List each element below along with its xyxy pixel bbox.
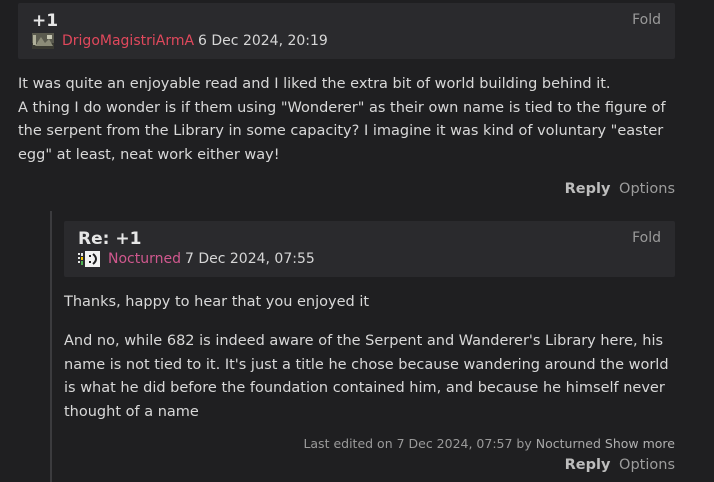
author-link[interactable]: DrigoMagistriArmA [62,33,194,49]
reply-date: 7 Dec 2024, 07:55 [184,251,315,267]
options-button[interactable]: Options [619,181,675,197]
edited-prefix: Last edited on 7 Dec 2024, 07:57 by [303,436,532,451]
edited-by-link[interactable]: Nocturned [536,436,601,451]
reply-paragraph: And no, while 682 is indeed aware of the… [64,333,669,420]
fold-button[interactable]: Fold [632,12,661,28]
reply-button[interactable]: Reply [565,457,611,473]
comment-title: +1 [32,11,59,31]
image-avatar-icon[interactable] [32,33,54,49]
author-link[interactable]: Nocturned [108,251,181,267]
smiley-avatar-icon[interactable] [78,251,100,267]
reply-paragraph: Thanks, happy to hear that you enjoyed i… [64,294,370,310]
reply-meta: Nocturned 7 Dec 2024, 07:55 [78,251,315,267]
options-button[interactable]: Options [619,457,675,473]
comment-meta: DrigoMagistriArmA 6 Dec 2024, 20:19 [32,33,328,49]
show-more-link[interactable]: Show more [605,436,675,451]
thread-indent-line [50,211,52,482]
fold-button[interactable]: Fold [632,230,661,246]
comment-header: +1 Fold DrigoMagistriArmA 6 Dec 2024, 20… [18,3,675,59]
comment-actions: Reply Options [565,181,675,197]
edited-note: Last edited on 7 Dec 2024, 07:57 by Noct… [303,436,675,451]
reply-button[interactable]: Reply [565,181,611,197]
reply-actions: Reply Options [565,457,675,473]
reply-header: Re: +1 Fold Nocturned 7 Dec 2024, 07:55 [64,221,675,277]
comment-body: It was quite an enjoyable read and I lik… [18,76,666,163]
comment-date: 6 Dec 2024, 20:19 [198,33,328,49]
reply-title: Re: +1 [78,229,142,249]
